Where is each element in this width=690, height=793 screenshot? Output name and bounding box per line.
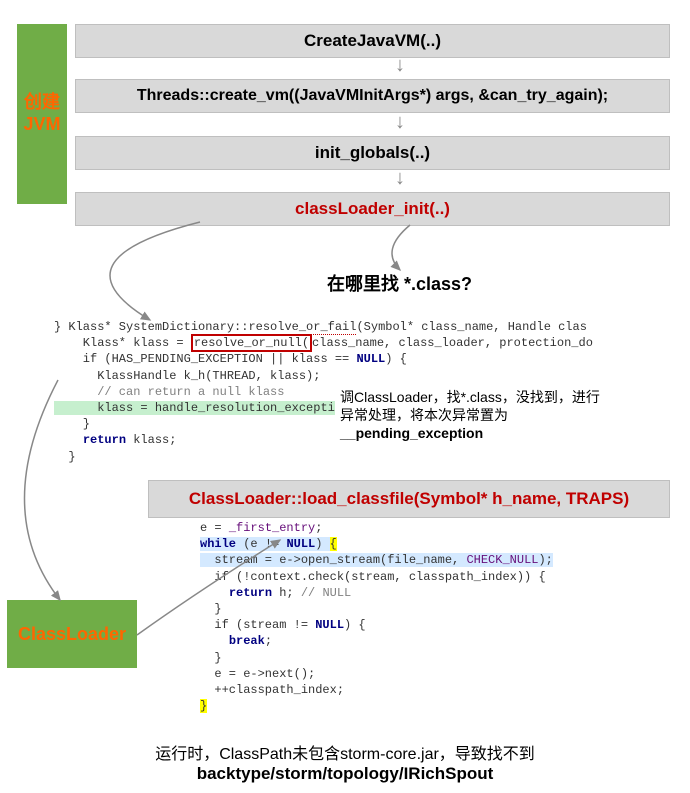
c1-l5: // can return a null klass <box>54 385 284 399</box>
bottom-l2: backtype/storm/topology/IRichSpout <box>0 764 690 784</box>
c2-l2brace: { <box>330 537 337 551</box>
anno-l3: __pending_exception <box>340 424 600 442</box>
c1-l8b: klass; <box>126 433 176 447</box>
c1-l8a <box>54 433 83 447</box>
c2-return: return <box>229 586 272 600</box>
step4-text: classLoader_init(..) <box>295 199 450 218</box>
c1-l2a: Klass* klass = <box>54 336 191 350</box>
c2-l2b: (e != <box>236 537 286 551</box>
arrow-1: ↓ <box>55 54 690 77</box>
c1-l7: } <box>54 417 90 431</box>
anno-l2: 异常处理，将本次异常置为 <box>340 406 600 424</box>
step5-text: ClassLoader::load_classfile(Symbol* h_na… <box>189 489 629 508</box>
step-create-javavm: CreateJavaVM(..) <box>75 24 670 58</box>
c2-break: break <box>229 634 265 648</box>
c2-while: while <box>200 537 236 551</box>
c2-l3a: stream = e->open_stream(file_name, <box>200 553 466 567</box>
code-block-loop: e = _first_entry; while (e != NULL) { st… <box>200 520 553 714</box>
c2-l3b: ); <box>538 553 552 567</box>
step-threads-create-vm: Threads::create_vm((JavaVMInitArgs*) arg… <box>75 79 670 113</box>
bottom-l1: 运行时，ClassPath未包含storm-core.jar，导致找不到 <box>0 740 690 764</box>
c2-l7b: ) { <box>344 618 366 632</box>
c2-l1a: e = <box>200 521 229 535</box>
c1-l8kw: return <box>83 433 126 447</box>
c1-l3a: if (HAS_PENDING_EXCEPTION || klass == <box>54 352 356 366</box>
c2-l2null: NULL <box>286 537 315 551</box>
c2-check-null: CHECK_NULL <box>466 553 538 567</box>
c1-l4: KlassHandle k_h(THREAD, klass); <box>54 369 320 383</box>
step-init-globals: init_globals(..) <box>75 136 670 170</box>
c2-l5cmt: // NULL <box>301 586 351 600</box>
c1-l3b: ) { <box>385 352 407 366</box>
anno-l1: 调ClassLoader，找*.class，没找到，进行 <box>340 388 600 406</box>
c2-l1c: ; <box>315 521 322 535</box>
c2-l5a <box>200 586 229 600</box>
step2-text: Threads::create_vm((JavaVMInitArgs*) arg… <box>137 87 608 104</box>
c1-l6-highlight: klass = handle_resolution_excepti <box>54 401 335 415</box>
c2-l8a <box>200 634 229 648</box>
c2-l11: ++classpath_index; <box>200 683 344 697</box>
c2-l7a: if (stream != <box>200 618 315 632</box>
arrow-3: ↓ <box>55 167 690 190</box>
c2-l10: e = e->next(); <box>200 667 315 681</box>
annotation-block: 调ClassLoader，找*.class，没找到，进行 异常处理，将本次异常置… <box>340 388 600 443</box>
step-classloader-init: classLoader_init(..) <box>75 192 670 226</box>
c2-l6: } <box>200 602 222 616</box>
c2-l9: } <box>200 651 222 665</box>
c2-l12: } <box>200 699 207 713</box>
c1-resolve-or-fail: resolve_or_fail <box>248 320 356 335</box>
c1-l3null: NULL <box>356 352 385 366</box>
question-label: 在哪里找 *.class? <box>327 274 472 294</box>
c1-l1b: (Symbol* class_name, Handle clas <box>356 320 586 334</box>
c2-l8b: ; <box>265 634 272 648</box>
c1-l1a: } Klass* SystemDictionary:: <box>54 320 248 334</box>
arrow-2: ↓ <box>55 111 690 134</box>
step3-text: init_globals(..) <box>315 143 430 162</box>
c1-resolve-or-null-box: resolve_or_null( <box>191 334 312 352</box>
c2-l4: if (!context.check(stream, classpath_ind… <box>200 570 546 584</box>
step-load-classfile: ClassLoader::load_classfile(Symbol* h_na… <box>148 480 670 518</box>
c1-l2b: class_name, class_loader, protection_do <box>312 336 593 350</box>
c2-l5b: h; <box>272 586 301 600</box>
c2-first-entry: _first_entry <box>229 521 315 535</box>
classloader-label: ClassLoader <box>7 600 137 668</box>
question-text: 在哪里找 *.class? <box>327 270 472 296</box>
c2-l7null: NULL <box>315 618 344 632</box>
classloader-text: ClassLoader <box>18 624 126 645</box>
step1-text: CreateJavaVM(..) <box>304 31 441 50</box>
c2-l2c: ) <box>315 537 329 551</box>
bottom-note: 运行时，ClassPath未包含storm-core.jar，导致找不到 bac… <box>0 740 690 784</box>
c1-l9: } <box>54 450 76 464</box>
